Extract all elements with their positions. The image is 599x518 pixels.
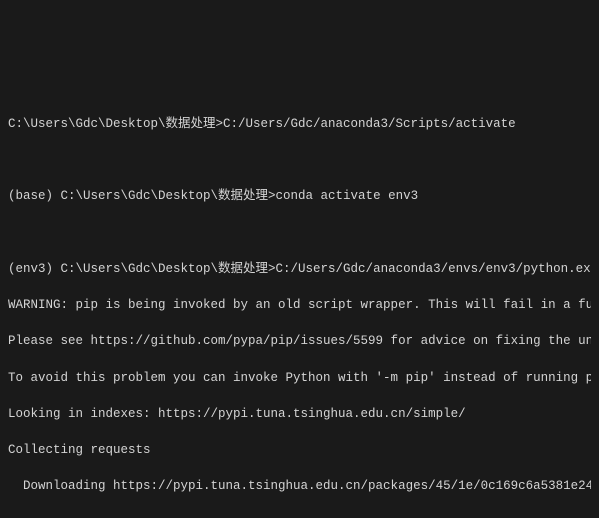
download-line: Downloading https://pypi.tuna.tsinghua.e… (8, 477, 591, 495)
command-text: C:/Users/Gdc/anaconda3/Scripts/activate (223, 117, 516, 131)
prompt-path: (env3) C:\Users\Gdc\Desktop\数据处理> (8, 262, 276, 276)
command-text: conda activate env3 (276, 189, 419, 203)
terminal-output[interactable]: C:\Users\Gdc\Desktop\数据处理>C:/Users/Gdc/a… (0, 91, 599, 518)
blank-line (8, 151, 591, 169)
prompt-path: (base) C:\Users\Gdc\Desktop\数据处理> (8, 189, 276, 203)
command-text: C:/Users/Gdc/anaconda3/envs/env3/python.… (276, 262, 591, 276)
warning-line: WARNING: pip is being invoked by an old … (8, 296, 591, 314)
warning-line: Please see https://github.com/pypa/pip/i… (8, 332, 591, 350)
warning-line: To avoid this problem you can invoke Pyt… (8, 369, 591, 387)
prompt-line: (base) C:\Users\Gdc\Desktop\数据处理>conda a… (8, 187, 591, 205)
collecting-line: Collecting requests (8, 441, 591, 459)
prompt-line: C:\Users\Gdc\Desktop\数据处理>C:/Users/Gdc/a… (8, 115, 591, 133)
blank-line (8, 514, 591, 518)
prompt-line: (env3) C:\Users\Gdc\Desktop\数据处理>C:/User… (8, 260, 591, 278)
blank-line (8, 224, 591, 242)
prompt-path: C:\Users\Gdc\Desktop\数据处理> (8, 117, 223, 131)
info-line: Looking in indexes: https://pypi.tuna.ts… (8, 405, 591, 423)
